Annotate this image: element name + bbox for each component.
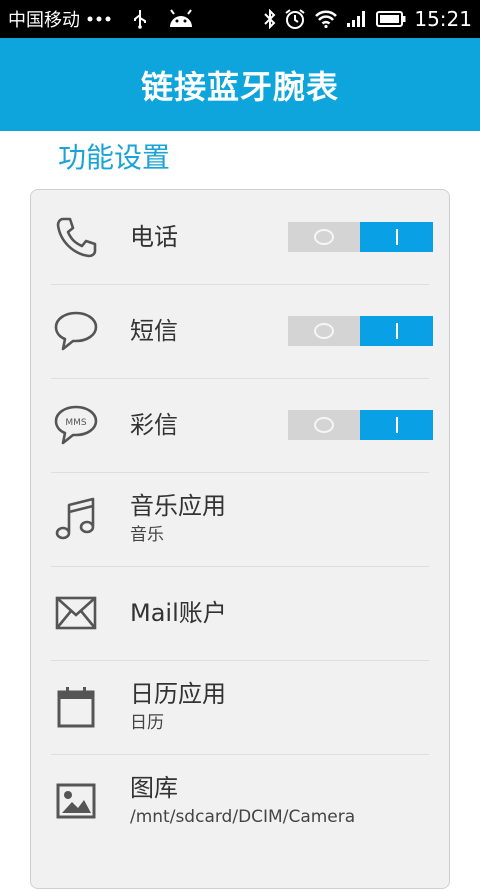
carrier-name: 中国移动: [8, 10, 80, 31]
setting-sublabel: 日历: [130, 713, 164, 733]
toggle-off-segment: [288, 222, 360, 252]
setting-row-music[interactable]: 音乐应用 音乐: [31, 472, 449, 566]
music-note-icon: [51, 494, 101, 544]
mms-toggle-switch[interactable]: [288, 410, 433, 440]
setting-label: 彩信: [130, 411, 178, 439]
mail-envelope-icon: [51, 588, 101, 638]
setting-row-mms[interactable]: MMS 彩信: [31, 378, 449, 472]
setting-row-phone[interactable]: 电话: [31, 190, 449, 284]
toggle-off-segment: [288, 410, 360, 440]
page-title: 链接蓝牙腕表: [140, 67, 339, 106]
mms-icon-text: MMS: [65, 418, 87, 428]
setting-label: 电话: [130, 223, 178, 251]
android-icon: [168, 9, 194, 29]
signal-icon: [346, 10, 368, 28]
setting-label: 图库: [130, 774, 178, 802]
setting-label: 短信: [130, 317, 178, 345]
wifi-icon: [314, 10, 338, 28]
toggle-off-icon: [314, 229, 334, 245]
toggle-on-segment: [360, 410, 433, 440]
setting-label: Mail账户: [130, 599, 227, 627]
setting-label: 日历应用: [130, 680, 226, 708]
bluetooth-icon: [264, 9, 276, 29]
usb-icon: [132, 9, 148, 29]
setting-label: 音乐应用: [130, 492, 226, 520]
toggle-on-segment: [360, 316, 433, 346]
mms-bubble-icon: MMS: [51, 400, 101, 450]
battery-icon: [376, 11, 406, 27]
setting-row-calendar[interactable]: 日历应用 日历: [31, 660, 449, 754]
sms-toggle-switch[interactable]: [288, 316, 433, 346]
setting-row-sms[interactable]: 短信: [31, 284, 449, 378]
calendar-icon: [51, 682, 101, 732]
title-bar: 链接蓝牙腕表: [0, 38, 480, 131]
settings-panel: 电话 短信 MMS 彩信 音乐应用 音乐 Mail账户 日历应用 日历 图库 /…: [30, 189, 450, 889]
setting-row-gallery[interactable]: 图库 /mnt/sdcard/DCIM/Camera: [31, 754, 449, 848]
toggle-off-segment: [288, 316, 360, 346]
setting-sublabel: 音乐: [130, 525, 164, 545]
toggle-on-icon: [395, 323, 398, 339]
gallery-image-icon: [51, 776, 101, 826]
status-bar: 中国移动 15:21: [0, 0, 480, 38]
toggle-off-icon: [314, 323, 334, 339]
alarm-icon: [284, 8, 306, 30]
setting-sublabel: /mnt/sdcard/DCIM/Camera: [130, 807, 356, 827]
phone-icon: [51, 212, 101, 262]
section-title: 功能设置: [58, 141, 171, 174]
sms-bubble-icon: [51, 306, 101, 356]
toggle-on-icon: [395, 417, 398, 433]
toggle-on-segment: [360, 222, 433, 252]
phone-toggle-switch[interactable]: [288, 222, 433, 252]
setting-row-mail[interactable]: Mail账户: [31, 566, 449, 660]
toggle-on-icon: [395, 229, 398, 245]
toggle-off-icon: [314, 417, 334, 433]
clock: 15:21: [414, 7, 472, 31]
more-dots-icon: [86, 14, 112, 24]
